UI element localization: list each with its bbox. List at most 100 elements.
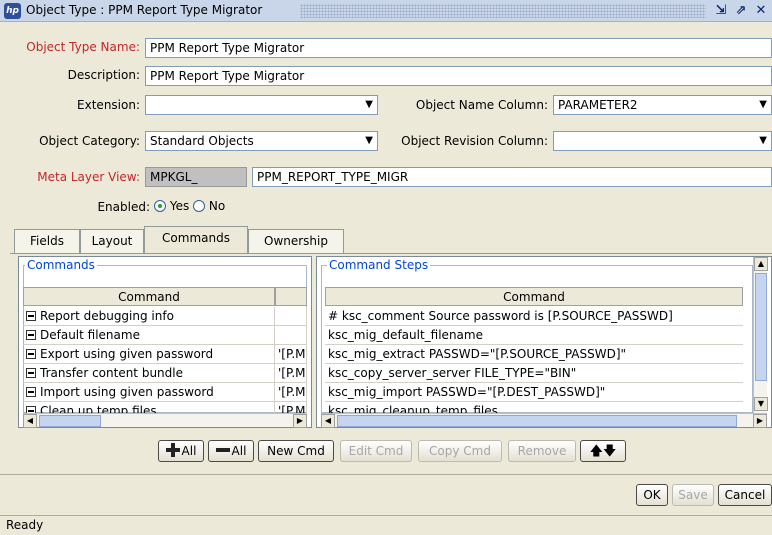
collapse-node-icon[interactable]: [26, 311, 36, 321]
commands-table: Report debugging info Default filename E…: [23, 307, 307, 413]
scroll-left-icon[interactable]: ◀: [321, 414, 335, 428]
collapse-node-icon[interactable]: [26, 330, 36, 340]
meta-layer-prefix-field: MPKGL_: [145, 167, 247, 187]
plus-icon: [165, 443, 180, 457]
meta-layer-view-label: Meta Layer View:: [37, 170, 140, 184]
collapse-node-icon[interactable]: [26, 387, 36, 397]
commands-column-header[interactable]: Command: [23, 287, 275, 306]
object-category-label: Object Category:: [39, 134, 140, 148]
object-category-value: Standard Objects: [150, 134, 254, 148]
object-name-column-label: Object Name Column:: [415, 98, 548, 112]
table-row[interactable]: # ksc_comment Source password is [P.SOUR…: [325, 307, 743, 326]
enabled-yes-label: Yes: [169, 199, 190, 213]
tab-ownership[interactable]: Ownership: [248, 229, 344, 253]
cancel-button[interactable]: Cancel: [718, 484, 772, 506]
collapse-all-button[interactable]: All: [208, 440, 254, 462]
scroll-down-icon[interactable]: ▼: [754, 397, 768, 411]
tab-separator: [10, 253, 772, 254]
command-condition: '[P.MI: [275, 402, 307, 413]
enabled-yes-radio[interactable]: [154, 200, 166, 212]
save-button[interactable]: Save: [672, 484, 714, 506]
maximize-icon[interactable]: ⇗: [732, 2, 750, 20]
table-row[interactable]: Export using given password '[P.MI: [23, 345, 307, 364]
command-steps-horizontal-scrollbar[interactable]: ◀ ▶: [321, 413, 767, 428]
command-steps-panel: Command Steps Command # ksc_comment Sour…: [316, 256, 772, 428]
command-condition: '[P.MI: [275, 345, 307, 363]
enabled-label: Enabled:: [97, 200, 150, 214]
scroll-right-icon[interactable]: ▶: [293, 414, 307, 428]
tab-fields[interactable]: Fields: [14, 229, 80, 253]
chevron-down-icon: ▼: [365, 135, 373, 146]
object-type-name-field[interactable]: PPM Report Type Migrator: [145, 38, 772, 58]
table-row[interactable]: ksc_mig_cleanup_temp_files: [325, 402, 743, 413]
tab-layout[interactable]: Layout: [80, 229, 144, 253]
command-condition: '[P.MI: [275, 364, 307, 382]
command-name: Transfer content bundle: [40, 366, 183, 380]
ok-button[interactable]: OK: [636, 484, 668, 506]
copy-cmd-button[interactable]: Copy Cmd: [418, 440, 502, 462]
command-name: Clean up temp files: [40, 404, 157, 413]
collapse-node-icon[interactable]: [26, 349, 36, 359]
footer-divider: [0, 474, 772, 475]
title-bar: hp Object Type : PPM Report Type Migrato…: [0, 0, 772, 22]
enabled-no-radio[interactable]: [193, 200, 206, 212]
description-field[interactable]: PPM Report Type Migrator: [145, 66, 772, 86]
table-row[interactable]: Default filename: [23, 326, 307, 345]
object-revision-column-label: Object Revision Column:: [401, 134, 548, 148]
move-up-icon[interactable]: 🡅: [590, 444, 603, 459]
object-name-column-dropdown[interactable]: PARAMETER2 ▼: [553, 95, 772, 115]
commands-panel: Commands Command Report debugging info D…: [18, 256, 312, 428]
table-row[interactable]: ksc_mig_default_filename: [325, 326, 743, 345]
table-row[interactable]: ksc_mig_extract PASSWD="[P.SOURCE_PASSWD…: [325, 345, 743, 364]
object-revision-column-dropdown[interactable]: ▼: [553, 131, 772, 151]
move-down-icon[interactable]: 🡇: [603, 444, 616, 459]
description-label: Description:: [67, 68, 140, 82]
object-name-column-value: PARAMETER2: [558, 98, 638, 112]
command-name: Report debugging info: [40, 309, 174, 323]
status-bar: Ready: [0, 515, 772, 535]
command-steps-vscroll-thumb[interactable]: [755, 273, 767, 381]
reorder-buttons: 🡅🡇: [580, 440, 626, 462]
command-steps-column-header[interactable]: Command: [325, 287, 743, 306]
scroll-right-icon[interactable]: ▶: [753, 414, 767, 428]
table-row[interactable]: Import using given password '[P.MI: [23, 383, 307, 402]
table-row[interactable]: Transfer content bundle '[P.MI: [23, 364, 307, 383]
command-steps-scroll-thumb[interactable]: [337, 415, 737, 427]
minus-icon: [215, 443, 230, 457]
tab-commands[interactable]: Commands: [144, 226, 248, 254]
chevron-down-icon: ▼: [759, 135, 767, 146]
scroll-left-icon[interactable]: ◀: [23, 414, 37, 428]
extension-dropdown[interactable]: ▼: [145, 95, 378, 115]
scroll-up-icon[interactable]: ▲: [754, 257, 768, 271]
table-row[interactable]: ksc_mig_import PASSWD="[P.DEST_PASSWD]": [325, 383, 743, 402]
title-bar-grip[interactable]: [300, 4, 706, 18]
close-icon[interactable]: ✕: [752, 2, 770, 20]
collapse-node-icon[interactable]: [26, 368, 36, 378]
command-name: Default filename: [40, 328, 140, 342]
command-steps-vertical-scrollbar[interactable]: ▲ ▼: [753, 257, 768, 413]
table-row[interactable]: ksc_copy_server_server FILE_TYPE="BIN": [325, 364, 743, 383]
meta-layer-view-field[interactable]: PPM_REPORT_TYPE_MIGR: [252, 167, 772, 187]
command-condition: [275, 307, 307, 325]
hp-logo-icon: hp: [4, 3, 21, 19]
command-steps-group-title: Command Steps: [327, 258, 431, 272]
restore-icon[interactable]: ⇲: [712, 2, 730, 20]
new-cmd-button[interactable]: New Cmd: [258, 440, 334, 462]
remove-button[interactable]: Remove: [508, 440, 576, 462]
object-category-dropdown[interactable]: Standard Objects ▼: [145, 131, 378, 151]
status-text: Ready: [6, 518, 44, 532]
commands-condition-header[interactable]: [275, 287, 307, 306]
commands-group-title: Commands: [25, 258, 97, 272]
collapse-node-icon[interactable]: [26, 406, 36, 413]
enabled-no-label: No: [208, 199, 226, 213]
commands-horizontal-scrollbar[interactable]: ◀ ▶: [23, 413, 307, 428]
command-name: Import using given password: [40, 385, 214, 399]
command-condition: '[P.MI: [275, 383, 307, 401]
table-row[interactable]: Report debugging info: [23, 307, 307, 326]
extension-label: Extension:: [77, 98, 140, 112]
commands-scroll-thumb[interactable]: [39, 415, 101, 427]
table-row[interactable]: Clean up temp files '[P.MI: [23, 402, 307, 413]
edit-cmd-button[interactable]: Edit Cmd: [340, 440, 412, 462]
expand-all-button[interactable]: All: [158, 440, 204, 462]
chevron-down-icon: ▼: [365, 99, 373, 110]
